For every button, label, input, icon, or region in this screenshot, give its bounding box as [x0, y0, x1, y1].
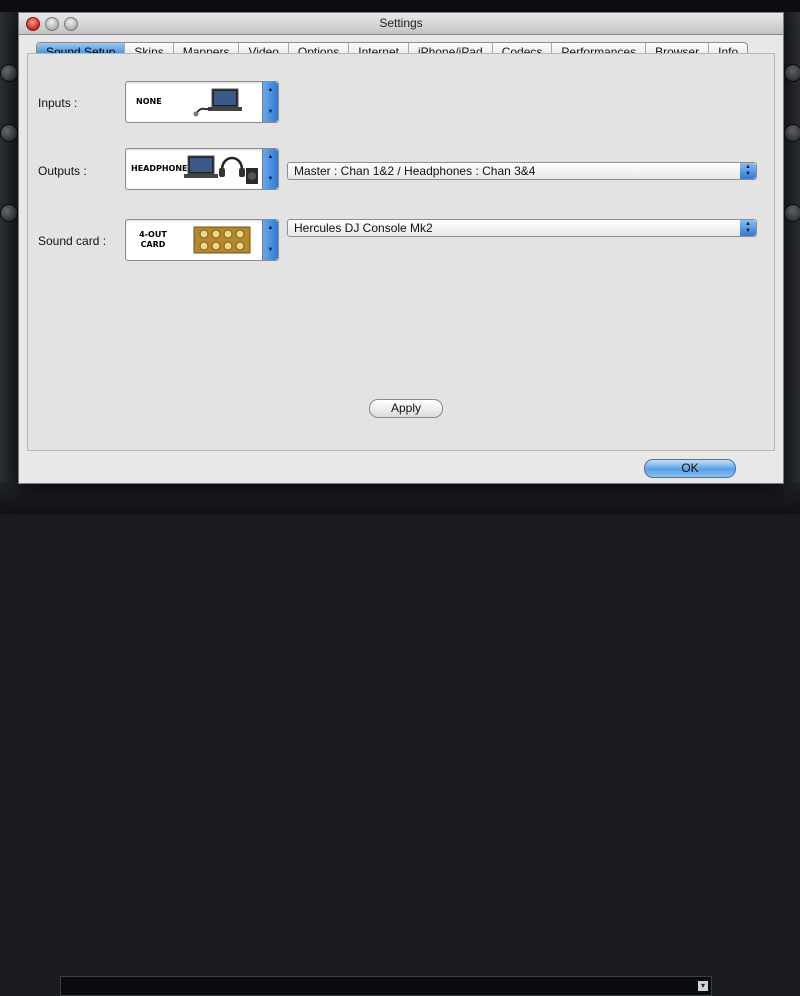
- popup-arrows-icon: ▲ ▼: [740, 163, 756, 179]
- background-knob: [0, 124, 18, 142]
- title-bar: Settings: [19, 13, 783, 35]
- background-dropdown-icon: ▾: [698, 981, 708, 991]
- background-track-bar: [60, 976, 712, 996]
- laptop-headphones-speaker-icon: [184, 155, 258, 184]
- stepper-down-icon: ▼: [267, 176, 274, 182]
- soundcard-image-text: 4-OUT CARD: [139, 230, 167, 249]
- apply-button[interactable]: Apply: [369, 399, 443, 418]
- ok-button[interactable]: OK: [644, 459, 736, 478]
- outputs-routing-popup[interactable]: Master : Chan 1&2 / Headphones : Chan 3&…: [287, 162, 757, 180]
- background-knob: [784, 64, 800, 82]
- background-knob: [784, 124, 800, 142]
- background-knob: [0, 64, 18, 82]
- stepper-down-icon: ▼: [267, 109, 274, 115]
- soundcard-value: Hercules DJ Console Mk2: [294, 221, 433, 235]
- soundcard-popup[interactable]: Hercules DJ Console Mk2 ▲ ▼: [287, 219, 757, 237]
- background-top-strip: [0, 0, 800, 12]
- inputs-selector[interactable]: NONE ▲ ▼: [125, 81, 279, 123]
- outputs-routing-value: Master : Chan 1&2 / Headphones : Chan 3&…: [294, 164, 536, 178]
- stepper-up-icon: ▲: [267, 225, 274, 231]
- stepper-down-icon: ▼: [267, 247, 274, 253]
- laptop-cable-icon: [193, 88, 242, 117]
- stepper-up-icon: ▲: [267, 154, 274, 160]
- background-left-panel: [0, 12, 18, 482]
- settings-window: Settings Sound Setup Skins Mappers Video…: [18, 12, 784, 484]
- inputs-label: Inputs :: [38, 96, 78, 110]
- background-knob: [784, 204, 800, 222]
- window-title: Settings: [379, 16, 423, 30]
- soundcard-stepper[interactable]: ▲ ▼: [262, 220, 278, 260]
- sound-setup-panel: Inputs : NONE ▲ ▼ Outputs : HEADPHONES ▲…: [27, 53, 775, 451]
- inputs-image-text: NONE: [136, 97, 162, 106]
- outputs-selector[interactable]: HEADPHONES ▲ ▼: [125, 148, 279, 190]
- background-bottom-panel: ▾: [0, 482, 800, 996]
- inputs-stepper[interactable]: ▲ ▼: [262, 82, 278, 122]
- stepper-up-icon: ▲: [267, 87, 274, 93]
- background-knob: [0, 204, 18, 222]
- soundcard-selector[interactable]: 4-OUT CARD ▲ ▼: [125, 219, 279, 261]
- soundcard-label: Sound card :: [38, 234, 107, 248]
- background-right-panel: [782, 12, 800, 482]
- rca-connectors-icon: [193, 226, 251, 254]
- outputs-stepper[interactable]: ▲ ▼: [262, 149, 278, 189]
- outputs-label: Outputs :: [38, 164, 87, 178]
- popup-arrows-icon: ▲ ▼: [740, 220, 756, 236]
